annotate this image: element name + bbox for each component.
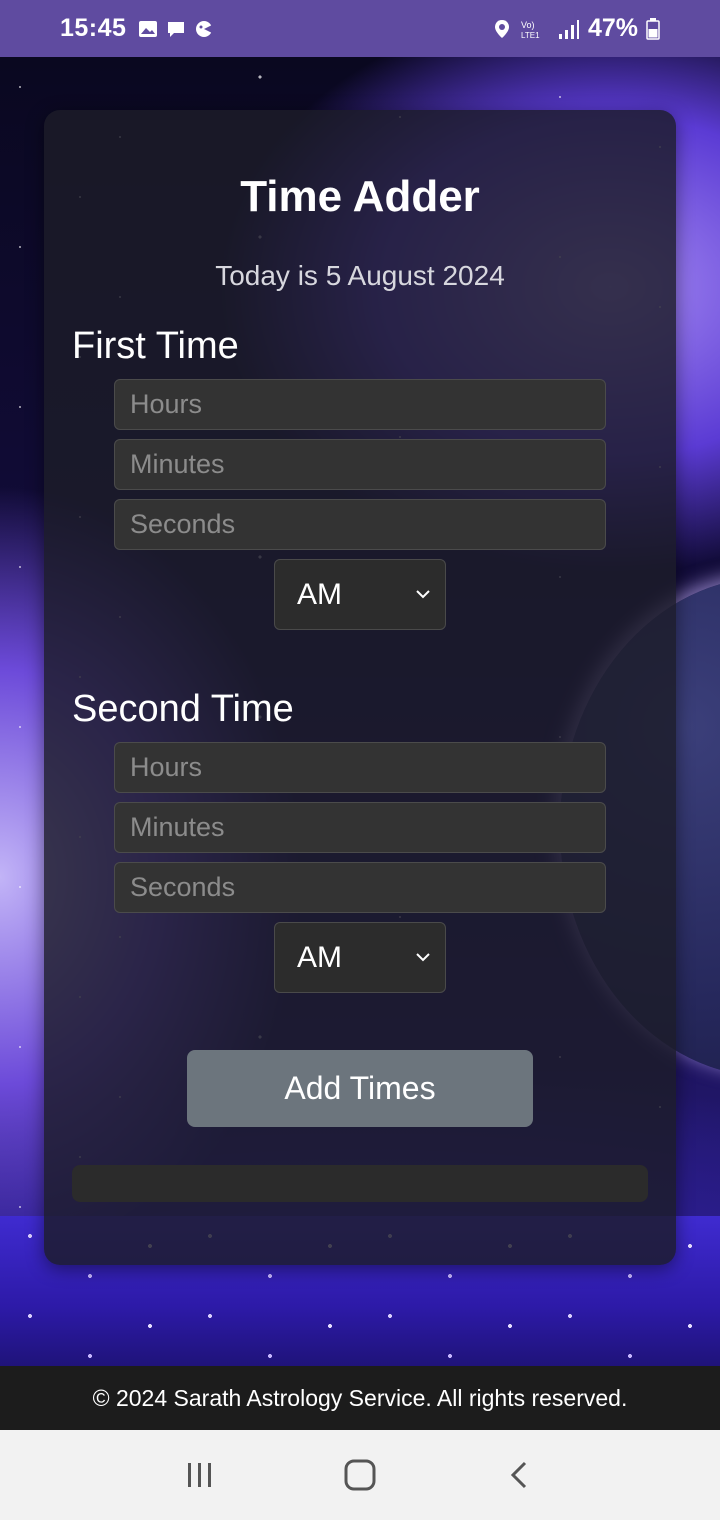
first-hours-input[interactable] xyxy=(114,379,606,430)
status-time: 15:45 xyxy=(60,14,127,42)
footer-text: © 2024 Sarath Astrology Service. All rig… xyxy=(92,1384,628,1411)
status-notification-icons xyxy=(138,19,214,39)
second-time-heading: Second Time xyxy=(72,688,294,730)
recent-apps-button[interactable] xyxy=(180,1455,220,1495)
second-minutes-input[interactable] xyxy=(114,802,606,853)
page-title: Time Adder xyxy=(240,172,480,221)
back-button[interactable] xyxy=(500,1455,540,1495)
home-button[interactable] xyxy=(340,1455,380,1495)
date-text: Today is 5 August 2024 xyxy=(215,260,505,291)
second-seconds-input[interactable] xyxy=(114,862,606,913)
location-icon xyxy=(494,19,509,38)
signal-icon xyxy=(558,19,579,39)
second-period-value: AM xyxy=(297,940,342,974)
battery-icon xyxy=(646,17,660,40)
first-seconds-input[interactable] xyxy=(114,499,606,550)
chevron-down-icon xyxy=(416,953,430,962)
first-time-heading: First Time xyxy=(72,325,239,367)
svg-text:LTE1: LTE1 xyxy=(521,31,540,40)
home-icon xyxy=(344,1459,376,1491)
chevron-down-icon xyxy=(416,590,430,599)
back-icon xyxy=(510,1461,527,1489)
svg-text:Vo): Vo) xyxy=(521,20,535,30)
first-period-select[interactable]: AM xyxy=(274,559,446,630)
status-right: Vo) LTE1 47% xyxy=(492,14,660,43)
app-icon xyxy=(196,20,213,37)
status-bar: 15:45 Vo) LTE1 47% xyxy=(0,0,720,57)
footer: © 2024 Sarath Astrology Service. All rig… xyxy=(0,1366,720,1430)
first-period-value: AM xyxy=(297,577,342,611)
system-nav-bar xyxy=(0,1430,720,1520)
battery-percent: 47% xyxy=(587,14,638,42)
image-icon xyxy=(139,20,158,37)
first-minutes-input[interactable] xyxy=(114,439,606,490)
add-times-button[interactable]: Add Times xyxy=(187,1050,533,1127)
network-icon: Vo) LTE1 xyxy=(521,20,540,40)
message-icon xyxy=(168,21,185,37)
recent-apps-icon xyxy=(188,1463,211,1487)
second-period-select[interactable]: AM xyxy=(274,922,446,993)
result-display xyxy=(72,1165,648,1202)
second-hours-input[interactable] xyxy=(114,742,606,793)
